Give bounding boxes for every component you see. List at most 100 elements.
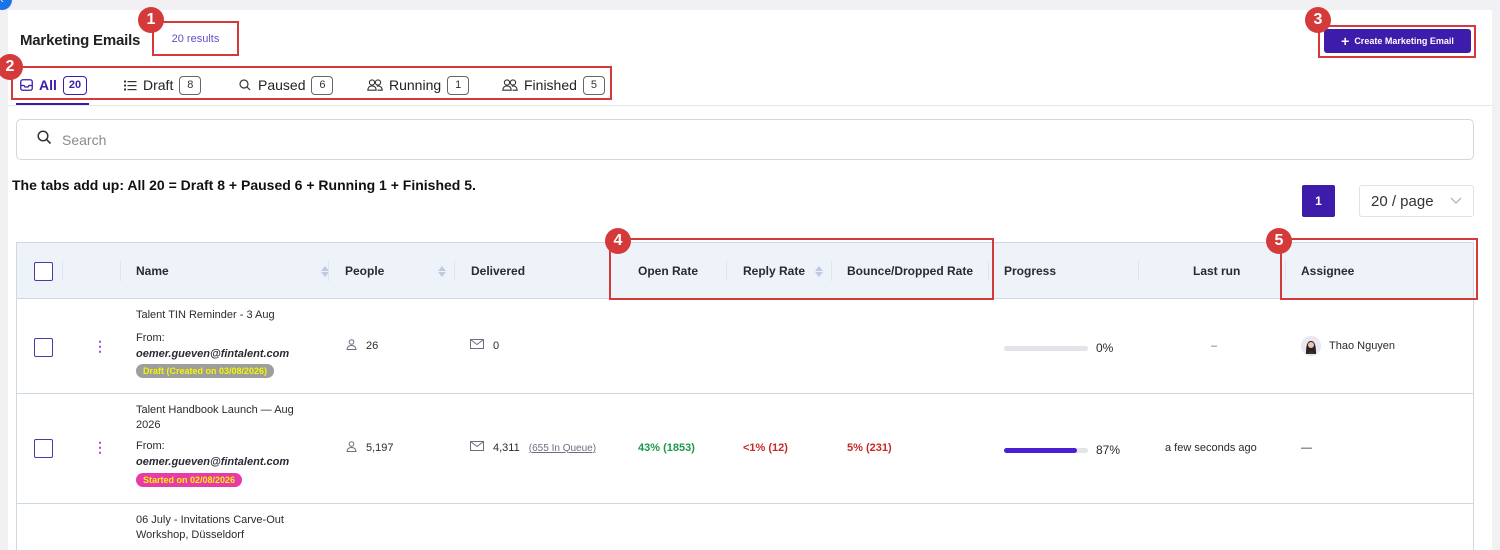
header-divider	[1138, 261, 1139, 281]
users-icon	[367, 78, 383, 92]
tab-running[interactable]: Running 1	[367, 75, 470, 95]
annotation-marker: 4	[605, 228, 631, 254]
people-cell: 5,197	[346, 441, 394, 455]
header-divider	[62, 261, 63, 281]
create-button-label: Create Marketing Email	[1354, 36, 1454, 46]
corner-close-icon[interactable]: ‹	[0, 0, 12, 10]
people-count: 5,197	[366, 442, 394, 454]
list-icon	[123, 78, 137, 92]
plus-icon: +	[1341, 33, 1350, 49]
column-header-people-label: People	[345, 264, 385, 278]
from-label: From:	[136, 440, 165, 452]
tabs-sum-note: The tabs add up: All 20 = Draft 8 + Paus…	[12, 177, 476, 193]
column-header-name[interactable]: Name	[136, 243, 329, 299]
inbox-icon	[19, 78, 33, 92]
sort-icon[interactable]	[438, 265, 447, 277]
progress-label: 87%	[1096, 443, 1121, 457]
tab-paused-count: 6	[311, 75, 334, 95]
from-email: oemer.gueven@fintalent.com	[136, 348, 290, 360]
open-rate: 43% (1853)	[638, 442, 695, 454]
header-divider	[328, 261, 329, 281]
column-header-delivered-label: Delivered	[471, 264, 526, 278]
table-row[interactable]: ⋮ Talent Handbook Launch — Aug 2026 From…	[17, 394, 1473, 504]
tab-draft[interactable]: Draft 8	[123, 75, 202, 95]
header-divider	[454, 261, 455, 281]
email-name[interactable]: Talent TIN Reminder - 3 Aug	[136, 308, 321, 323]
select-all-checkbox[interactable]	[34, 262, 53, 281]
table-row[interactable]: ⋮ Talent TIN Reminder - 3 Aug From: oeme…	[17, 299, 1473, 394]
progress-label: 0%	[1096, 341, 1114, 355]
tab-all-count: 20	[62, 75, 88, 95]
annotation-marker: 5	[1266, 228, 1292, 254]
chevron-down-icon	[1450, 194, 1462, 208]
delivered-cell: 4,311 (655 In Queue)	[470, 441, 596, 454]
create-button-highlight: + Create Marketing Email	[1318, 25, 1476, 58]
from-label: From:	[136, 332, 165, 344]
envelope-icon	[470, 339, 484, 352]
people-count: 26	[366, 340, 379, 352]
create-marketing-email-button[interactable]: + Create Marketing Email	[1324, 29, 1471, 53]
search-input[interactable]	[62, 131, 1442, 148]
tab-running-count: 1	[447, 75, 470, 95]
header-divider	[120, 261, 121, 281]
page-title: Marketing Emails	[20, 32, 141, 49]
more-options-icon[interactable]: ⋮	[93, 440, 107, 454]
column-header-progress-label: Progress	[1004, 264, 1057, 278]
rates-columns-highlight	[609, 238, 994, 300]
status-badge: Draft (Created on 03/08/2026)	[136, 364, 275, 378]
delivered-count: 4,311	[493, 441, 520, 454]
reply-rate: <1% (12)	[743, 442, 788, 454]
tab-finished[interactable]: Finished 5	[502, 75, 605, 95]
email-name[interactable]: 06 July - Invitations Carve-Out Workshop…	[136, 513, 321, 543]
people-cell: 26	[346, 339, 378, 353]
progress-bar	[1004, 447, 1088, 453]
pagination-page-1[interactable]: 1	[1302, 185, 1335, 217]
from-email: oemer.gueven@fintalent.com	[136, 456, 290, 468]
page-size-select[interactable]: 20 / page	[1359, 185, 1474, 217]
email-name[interactable]: Talent Handbook Launch — Aug 2026	[136, 403, 321, 433]
page-size-value: 20 / page	[1371, 192, 1434, 210]
progress-bar	[1004, 345, 1088, 351]
tab-finished-count: 5	[582, 75, 605, 95]
users-icon	[502, 78, 518, 92]
progress-fill	[1004, 447, 1078, 453]
last-run: –	[1211, 340, 1218, 352]
bounce-rate: 5% (231)	[847, 442, 892, 454]
tabs-divider	[8, 105, 1492, 106]
delivered-cell: 0	[470, 339, 499, 352]
status-badge: Started on 02/08/2026	[136, 473, 243, 487]
tab-draft-label: Draft	[143, 77, 174, 93]
row-checkbox[interactable]	[34, 338, 53, 357]
tab-draft-count: 8	[179, 75, 202, 95]
search-icon	[238, 78, 252, 92]
email-name-cell: Talent TIN Reminder - 3 Aug From: oemer.…	[136, 308, 321, 378]
envelope-icon	[470, 441, 484, 454]
assignee-name: Thao Nguyen	[1329, 340, 1396, 352]
column-header-people[interactable]: People	[345, 243, 447, 299]
in-queue-link[interactable]: (655 In Queue)	[529, 443, 596, 454]
tab-all-label: All	[39, 77, 57, 93]
annotation-marker: 1	[138, 7, 164, 33]
annotation-marker: 3	[1305, 7, 1331, 33]
person-icon	[346, 441, 357, 455]
tab-finished-label: Finished	[524, 77, 577, 93]
tab-all[interactable]: All 20	[19, 75, 88, 95]
tab-paused[interactable]: Paused 6	[238, 75, 334, 95]
column-header-progress: Progress	[1004, 243, 1056, 299]
search-icon	[37, 129, 52, 150]
column-header-name-label: Name	[136, 264, 169, 278]
more-options-icon[interactable]: ⋮	[93, 339, 107, 353]
email-name-cell: 06 July - Invitations Carve-Out Workshop…	[136, 513, 321, 543]
avatar	[1301, 336, 1321, 356]
status-badge-wrap: Draft (Created on 03/08/2026)	[136, 364, 321, 378]
progress-cell: 0%	[1004, 341, 1113, 355]
table-row[interactable]: 06 July - Invitations Carve-Out Workshop…	[17, 504, 1473, 550]
page: ‹ Marketing Emails 20 results + Create M…	[0, 0, 1500, 550]
tabs-highlight: All 20 Draft 8 Paused 6 Running 1 Finish…	[11, 66, 612, 100]
search-bar	[16, 119, 1474, 160]
tab-paused-label: Paused	[258, 77, 306, 93]
email-name-cell: Talent Handbook Launch — Aug 2026 From: …	[136, 403, 321, 487]
assignee-cell: Thao Nguyen	[1301, 336, 1395, 356]
results-count: 20 results	[171, 32, 220, 45]
row-checkbox[interactable]	[34, 439, 53, 458]
